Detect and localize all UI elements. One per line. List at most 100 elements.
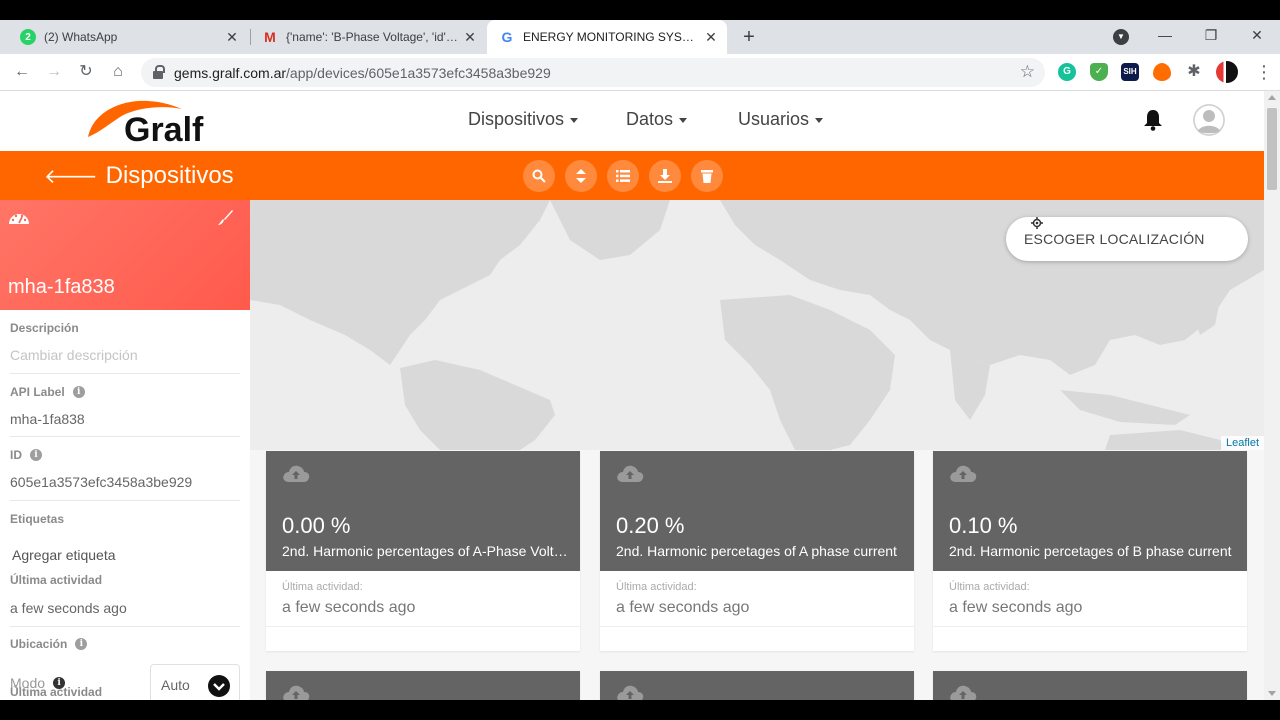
dashboard-icon[interactable] (8, 210, 30, 226)
tab-gmail[interactable]: M {'name': 'B-Phase Voltage', 'id': '6 ✕ (250, 20, 486, 54)
paint-brush-icon[interactable] (218, 210, 234, 226)
last-activity-label: Última actividad: (949, 581, 1030, 593)
caret-down-icon (570, 117, 579, 123)
user-avatar[interactable] (1193, 104, 1225, 136)
variable-name: 2nd. Harmonic percetages of B phase curr… (949, 543, 1232, 559)
last-activity-label: Última actividad (10, 573, 103, 587)
id-label: ID i (10, 448, 42, 462)
last-activity-value: a few seconds ago (282, 599, 416, 616)
page-scrollbar[interactable] (1264, 91, 1280, 700)
info-icon[interactable]: i (53, 677, 66, 689)
last-activity-value: a few seconds ago (10, 600, 127, 616)
tags-label: Etiquetas (10, 512, 65, 526)
sort-button[interactable] (565, 160, 597, 192)
info-icon[interactable]: i (72, 386, 85, 398)
tab-search-icon[interactable]: ▼ (1113, 29, 1129, 45)
cloud-upload-icon (617, 465, 644, 482)
description-label: Descripción (10, 321, 79, 335)
reload-icon[interactable]: ↻ (74, 60, 98, 84)
variable-card[interactable]: 0.10 % 2nd. Harmonic percetages of B pha… (933, 451, 1247, 651)
back-label: Dispositivos (105, 162, 234, 189)
home-icon[interactable]: ⌂ (106, 60, 130, 84)
forward-arrow-icon[interactable]: → (42, 60, 66, 84)
mode-value: Auto (161, 677, 190, 693)
device-toolbar: 🡐 Dispositivos (0, 151, 1264, 200)
browser-tabstrip: 2 (2) WhatsApp ✕ M {'name': 'B-Phase Vol… (0, 20, 1280, 54)
chevron-down-icon (208, 675, 230, 697)
variable-card-header: 0.00 % 2nd. Harmonic percentages of A-Ph… (266, 451, 580, 571)
screen-bottom-edge (0, 700, 1280, 720)
api-label-label: API Label i (10, 385, 85, 399)
scroll-down-icon[interactable] (1268, 691, 1276, 696)
close-icon[interactable]: ✕ (462, 29, 478, 45)
back-to-devices-link[interactable]: 🡐 Dispositivos (44, 162, 234, 190)
gmail-icon: M (264, 29, 276, 45)
grammarly-icon[interactable]: G (1058, 63, 1076, 81)
variable-card-header: 0.10 % 2nd. Harmonic percetages of B pha… (933, 451, 1247, 571)
tab-whatsapp[interactable]: 2 (2) WhatsApp ✕ (8, 20, 248, 54)
close-icon[interactable]: ✕ (703, 29, 719, 45)
variable-card-header: 0.20 % 2nd. Harmonic percetages of A pha… (600, 451, 914, 571)
cloud-upload-icon (950, 465, 977, 482)
delete-icon (701, 170, 713, 183)
scroll-up-icon[interactable] (1268, 95, 1276, 100)
app-header: Gralf Dispositivos Datos Usuarios (0, 91, 1264, 151)
cloud-upload-icon (283, 685, 310, 700)
search-button[interactable] (523, 160, 555, 192)
close-window-button[interactable]: ✕ (1234, 20, 1280, 54)
more-vert-icon[interactable]: ⋮ (1255, 62, 1273, 82)
caret-down-icon (815, 117, 824, 123)
location-map[interactable]: ESCOGER LOCALIZACIÓN Leaflet (250, 200, 1264, 450)
restore-button[interactable]: ❐ (1188, 20, 1234, 54)
search-icon (532, 169, 546, 183)
new-tab-button[interactable]: + (737, 25, 761, 49)
variable-card[interactable] (933, 671, 1247, 700)
variable-card[interactable]: 0.20 % 2nd. Harmonic percetages of A pha… (600, 451, 914, 651)
arrow-left-icon: 🡐 (44, 165, 98, 188)
last-activity-label: Última actividad: (616, 581, 697, 593)
mode-select[interactable]: Auto (150, 664, 240, 700)
choose-location-button[interactable]: ESCOGER LOCALIZACIÓN (1006, 217, 1248, 261)
fire-icon[interactable] (1153, 63, 1171, 81)
leaflet-attribution-link[interactable]: Leaflet (1220, 436, 1264, 450)
device-id-value: 605e1a3573efc3458a3be929 (10, 474, 193, 490)
divider (10, 500, 240, 501)
whatsapp-icon: 2 (20, 29, 36, 45)
profile-avatar-icon[interactable] (1216, 61, 1238, 83)
back-arrow-icon[interactable]: ← (10, 60, 34, 84)
puzzle-icon[interactable]: ✱ (1185, 63, 1203, 81)
scrollbar-thumb[interactable] (1267, 108, 1277, 190)
last-activity-value: a few seconds ago (616, 599, 750, 616)
browser-toolbar: ← → ↻ ⌂ gems.gralf.com.ar/app/devices/60… (0, 54, 1280, 91)
list-button[interactable] (607, 160, 639, 192)
variable-name: 2nd. Harmonic percentages of A-Phase Vol… (282, 543, 572, 559)
menu-usuarios[interactable]: Usuarios (738, 109, 824, 130)
svg-text:Gralf: Gralf (124, 111, 204, 145)
device-sidebar: mha-1fa838 Descripción Cambiar descripci… (0, 200, 250, 700)
choose-location-label: ESCOGER LOCALIZACIÓN (1024, 231, 1205, 247)
variable-card[interactable] (600, 671, 914, 700)
sort-icon (576, 169, 586, 183)
close-icon[interactable]: ✕ (224, 29, 240, 45)
info-icon[interactable]: i (75, 638, 88, 650)
minimize-button[interactable]: — (1142, 20, 1188, 54)
address-bar[interactable]: gems.gralf.com.ar/app/devices/605e1a3573… (141, 58, 1045, 87)
bell-icon[interactable] (1143, 109, 1163, 131)
shield-icon[interactable]: ✓ (1090, 63, 1108, 81)
info-icon[interactable]: i (30, 449, 42, 461)
download-button[interactable] (649, 160, 681, 192)
sih-extension-icon[interactable]: SIH (1121, 63, 1139, 81)
variable-name: 2nd. Harmonic percetages of A phase curr… (616, 543, 897, 559)
bookmark-star-icon[interactable]: ☆ (1020, 62, 1035, 82)
caret-down-icon (679, 117, 688, 123)
variable-card[interactable]: 0.00 % 2nd. Harmonic percentages of A-Ph… (266, 451, 580, 651)
menu-datos[interactable]: Datos (626, 109, 688, 130)
delete-button[interactable] (691, 160, 723, 192)
variable-card[interactable] (266, 671, 580, 700)
description-field[interactable]: Cambiar descripción (10, 347, 138, 363)
add-tag-button[interactable]: Agregar etiqueta (12, 547, 116, 563)
tab-energy-monitoring[interactable]: G ENERGY MONITORING SYSTEM | ✕ (487, 20, 727, 54)
cloud-upload-icon (950, 685, 977, 700)
last-activity-label: Última actividad: (282, 581, 363, 593)
menu-dispositivos[interactable]: Dispositivos (468, 109, 579, 130)
